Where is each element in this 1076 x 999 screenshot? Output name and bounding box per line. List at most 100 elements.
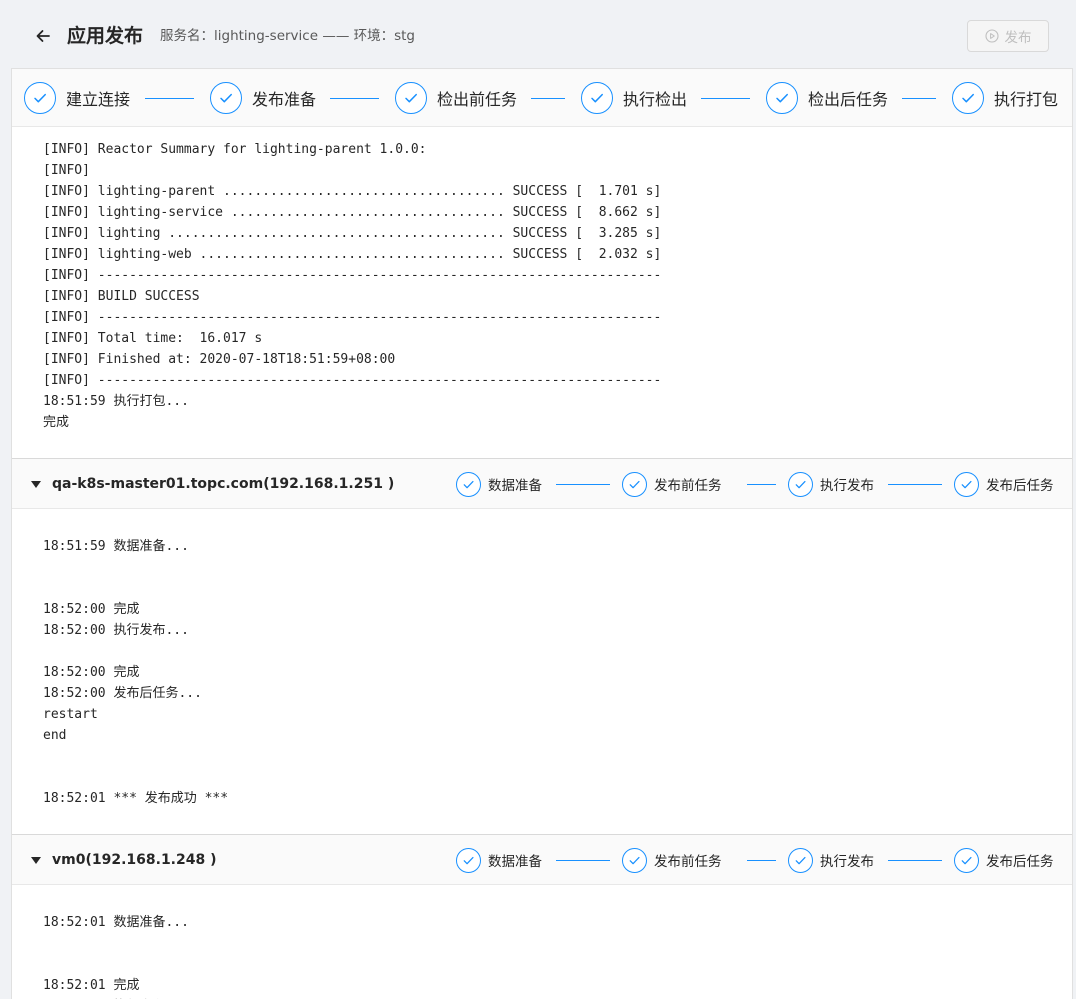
host-step: 发布后任务 bbox=[954, 471, 1054, 497]
host-step-label: 数据准备 bbox=[488, 854, 542, 870]
host-step: 执行发布 bbox=[788, 847, 874, 873]
check-circle-icon bbox=[622, 471, 647, 497]
host-log: 18:51:59 数据准备... 18:52:00 完成 18:52:00 执行发… bbox=[12, 509, 1072, 835]
log-line: [INFO] Finished at: 2020-07-18T18:51:59+… bbox=[43, 352, 396, 367]
host-step-label: 发布前任务 bbox=[654, 854, 722, 870]
build-step: 检出前任务 bbox=[395, 82, 517, 114]
step-connector bbox=[747, 860, 776, 861]
build-step-label: 建立连接 bbox=[66, 90, 131, 109]
log-line: [INFO] lighting-web ....................… bbox=[43, 247, 662, 262]
log-line: 18:52:00 完成 bbox=[43, 665, 140, 680]
log-line: [INFO] lighting-parent .................… bbox=[43, 184, 662, 199]
build-step-label: 发布准备 bbox=[252, 90, 317, 109]
step-connector bbox=[747, 484, 776, 485]
page-title: 应用发布 bbox=[67, 25, 144, 47]
check-circle-icon bbox=[788, 471, 813, 497]
log-line: [INFO] ---------------------------------… bbox=[43, 268, 662, 283]
log-line: [INFO] lighting ........................… bbox=[43, 226, 662, 241]
host-header[interactable]: qa-k8s-master01.topc.com(192.168.1.251 )… bbox=[12, 459, 1072, 509]
host-step-label: 发布前任务 bbox=[654, 478, 722, 494]
log-line: 18:52:00 执行发布... bbox=[43, 623, 189, 638]
log-line: 18:52:01 *** 发布成功 *** bbox=[43, 791, 229, 806]
play-circle-icon bbox=[984, 29, 999, 43]
host-step: 发布前任务 bbox=[622, 471, 722, 497]
check-circle-icon bbox=[456, 847, 481, 873]
log-line: 完成 bbox=[43, 415, 70, 430]
step-connector bbox=[701, 98, 750, 99]
publish-button-label: 发布 bbox=[1004, 30, 1032, 46]
log-line: 18:52:01 完成 bbox=[43, 978, 140, 993]
check-circle-icon bbox=[766, 82, 798, 114]
host-steps: 数据准备 发布前任务 执行发布 发布后任务 bbox=[12, 847, 1072, 873]
log-line: 18:52:00 完成 bbox=[43, 602, 140, 617]
check-circle-icon bbox=[581, 82, 613, 114]
log-line: restart bbox=[43, 707, 98, 722]
host-header[interactable]: vm0(192.168.1.248 ) 数据准备 发布前任务 执行发布 发布后任务 bbox=[12, 835, 1072, 885]
log-line: [INFO] lighting-service ................… bbox=[43, 205, 662, 220]
check-circle-icon bbox=[210, 82, 242, 114]
host-step-label: 发布后任务 bbox=[986, 854, 1054, 870]
log-line: end bbox=[43, 728, 67, 743]
build-step-label: 执行打包 bbox=[994, 90, 1059, 109]
page-header: 应用发布 服务名：lighting-service —— 环境：stg 发布 bbox=[0, 0, 1076, 68]
build-step: 检出后任务 bbox=[766, 82, 888, 114]
log-line: [INFO] BUILD SUCCESS bbox=[43, 289, 200, 304]
log-line: [INFO] bbox=[43, 163, 90, 178]
host-step: 发布前任务 bbox=[622, 847, 722, 873]
log-line: [INFO] Total time: 16.017 s bbox=[43, 331, 263, 346]
check-circle-icon bbox=[622, 847, 647, 873]
step-connector bbox=[888, 484, 942, 485]
host-step: 数据准备 bbox=[456, 471, 542, 497]
host-step: 发布后任务 bbox=[954, 847, 1054, 873]
step-connector bbox=[531, 98, 565, 99]
check-circle-icon bbox=[952, 82, 984, 114]
step-connector bbox=[888, 860, 942, 861]
host-step-label: 数据准备 bbox=[488, 478, 542, 494]
step-connector bbox=[556, 860, 610, 861]
publish-button[interactable]: 发布 bbox=[967, 20, 1049, 52]
back-arrow-icon[interactable] bbox=[33, 26, 53, 46]
log-line: 18:52:01 数据准备... bbox=[43, 915, 189, 930]
host-step-label: 执行发布 bbox=[820, 854, 874, 870]
host-steps: 数据准备 发布前任务 执行发布 发布后任务 bbox=[12, 471, 1072, 497]
check-circle-icon bbox=[456, 471, 481, 497]
check-circle-icon bbox=[788, 847, 813, 873]
log-line: [INFO] ---------------------------------… bbox=[43, 310, 662, 325]
step-connector bbox=[902, 98, 936, 99]
check-circle-icon bbox=[954, 471, 979, 497]
build-step: 执行检出 bbox=[581, 82, 687, 114]
step-connector bbox=[556, 484, 610, 485]
step-connector bbox=[145, 98, 194, 99]
deploy-card: 建立连接 发布准备 检出前任务 执行检出 检出后任务 执行打包 [INFO] Reacto… bbox=[11, 68, 1073, 999]
build-step-label: 检出后任务 bbox=[808, 90, 889, 109]
check-circle-icon bbox=[24, 82, 56, 114]
host-step: 执行发布 bbox=[788, 471, 874, 497]
build-step-label: 检出前任务 bbox=[437, 90, 518, 109]
host-step-label: 发布后任务 bbox=[986, 478, 1054, 494]
build-step: 发布准备 bbox=[210, 82, 316, 114]
check-circle-icon bbox=[954, 847, 979, 873]
service-info: 服务名：lighting-service —— 环境：stg bbox=[160, 28, 416, 44]
build-step: 执行打包 bbox=[952, 82, 1058, 114]
log-line: 18:51:59 数据准备... bbox=[43, 539, 189, 554]
log-line: [INFO] ---------------------------------… bbox=[43, 373, 662, 388]
step-connector bbox=[330, 98, 379, 99]
check-circle-icon bbox=[395, 82, 427, 114]
host-step: 数据准备 bbox=[456, 847, 542, 873]
host-log: 18:52:01 数据准备... 18:52:01 完成18:52:01 执行发… bbox=[12, 885, 1072, 999]
build-steps: 建立连接 发布准备 检出前任务 执行检出 检出后任务 执行打包 bbox=[12, 69, 1072, 127]
host-list: qa-k8s-master01.topc.com(192.168.1.251 )… bbox=[12, 459, 1072, 999]
build-step-label: 执行检出 bbox=[623, 90, 688, 109]
build-step: 建立连接 bbox=[24, 82, 130, 114]
build-log: [INFO] Reactor Summary for lighting-pare… bbox=[12, 127, 1072, 459]
log-line: 18:52:00 发布后任务... bbox=[43, 686, 202, 701]
log-line: 18:51:59 执行打包... bbox=[43, 394, 189, 409]
log-line: [INFO] Reactor Summary for lighting-pare… bbox=[43, 142, 427, 157]
